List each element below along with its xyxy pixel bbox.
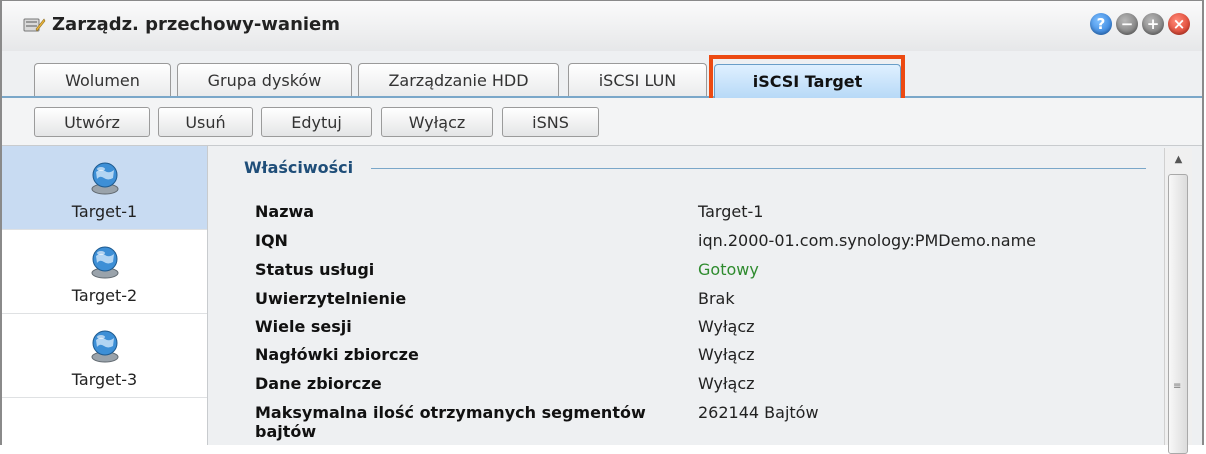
property-label: Nagłówki zbiorcze	[255, 345, 419, 364]
property-label: Dane zbiorcze	[255, 374, 382, 393]
help-icon[interactable]: ?	[1090, 13, 1112, 35]
edit-button[interactable]: Edytuj	[261, 107, 372, 137]
property-label: Uwierzytelnienie	[255, 289, 407, 308]
delete-button[interactable]: Usuń	[158, 107, 253, 137]
target-list-item[interactable]: Target-3	[2, 314, 207, 398]
property-label: Maksymalna ilość otrzymanych segmentów b…	[255, 403, 646, 441]
grip-icon: ≡	[1173, 381, 1182, 392]
isns-button[interactable]: iSNS	[502, 107, 599, 137]
title-bar[interactable]: Zarządz. przechowy-waniem ? − + ×	[2, 1, 1202, 52]
tab-grupa-dyskow[interactable]: Grupa dysków	[177, 63, 352, 96]
properties-panel: Właściwości Nazwa Target-1 IQN iqn.2000-…	[208, 146, 1202, 445]
scrollbar-thumb[interactable]: ≡	[1168, 174, 1188, 454]
target-list-item[interactable]: Target-1	[2, 146, 207, 230]
target-list-label: Target-2	[71, 286, 138, 305]
target-list-label: Target-3	[71, 370, 138, 389]
globe-disk-icon	[91, 246, 118, 279]
active-tab-highlight	[709, 55, 905, 103]
window-title: Zarządz. przechowy-waniem	[52, 14, 341, 35]
property-label: Wiele sesji	[255, 317, 352, 336]
property-label: Nazwa	[255, 202, 315, 221]
target-list-label: Target-1	[71, 202, 138, 221]
property-value: Wyłącz	[698, 345, 755, 364]
storage-manager-window: Zarządz. przechowy-waniem ? − + × Wolume…	[0, 0, 1204, 454]
property-value: Target-1	[698, 202, 764, 221]
property-label: IQN	[255, 231, 288, 250]
globe-disk-icon	[91, 162, 118, 195]
property-value: iqn.2000-01.com.synology:PMDemo.name	[698, 231, 1037, 250]
property-value: Wyłącz	[698, 317, 755, 336]
minimize-icon[interactable]: −	[1116, 13, 1138, 35]
maximize-icon[interactable]: +	[1142, 13, 1164, 35]
target-list: Target-1 Target-2 Target-3	[2, 146, 208, 445]
create-button[interactable]: Utwórz	[34, 107, 150, 137]
tab-wolumen[interactable]: Wolumen	[34, 63, 171, 96]
target-list-item[interactable]: Target-2	[2, 230, 207, 314]
section-title: Właściwości	[244, 158, 354, 177]
close-icon[interactable]: ×	[1168, 13, 1190, 35]
vertical-scrollbar[interactable]: ▲ ≡	[1164, 148, 1192, 454]
tab-iscsi-lun[interactable]: iSCSI LUN	[568, 63, 707, 96]
storage-manager-icon	[23, 18, 46, 32]
window-controls: ? − + ×	[1090, 13, 1190, 35]
property-label: Status usługi	[255, 260, 375, 279]
property-value: Brak	[698, 289, 735, 308]
property-value: Wyłącz	[698, 374, 755, 393]
tab-zarzadzanie-hdd[interactable]: Zarządzanie HDD	[358, 63, 559, 96]
toolbar: Utwórz Usuń Edytuj Wyłącz iSNS	[2, 98, 1202, 146]
scroll-up-icon[interactable]: ▲	[1165, 148, 1192, 170]
section-divider	[371, 168, 1146, 169]
tab-strip: Wolumen Grupa dysków Zarządzanie HDD iSC…	[2, 51, 1202, 98]
property-value: 262144 Bajtów	[698, 403, 819, 422]
disable-button[interactable]: Wyłącz	[381, 107, 493, 137]
globe-disk-icon	[91, 330, 118, 363]
status-value: Gotowy	[698, 260, 759, 279]
